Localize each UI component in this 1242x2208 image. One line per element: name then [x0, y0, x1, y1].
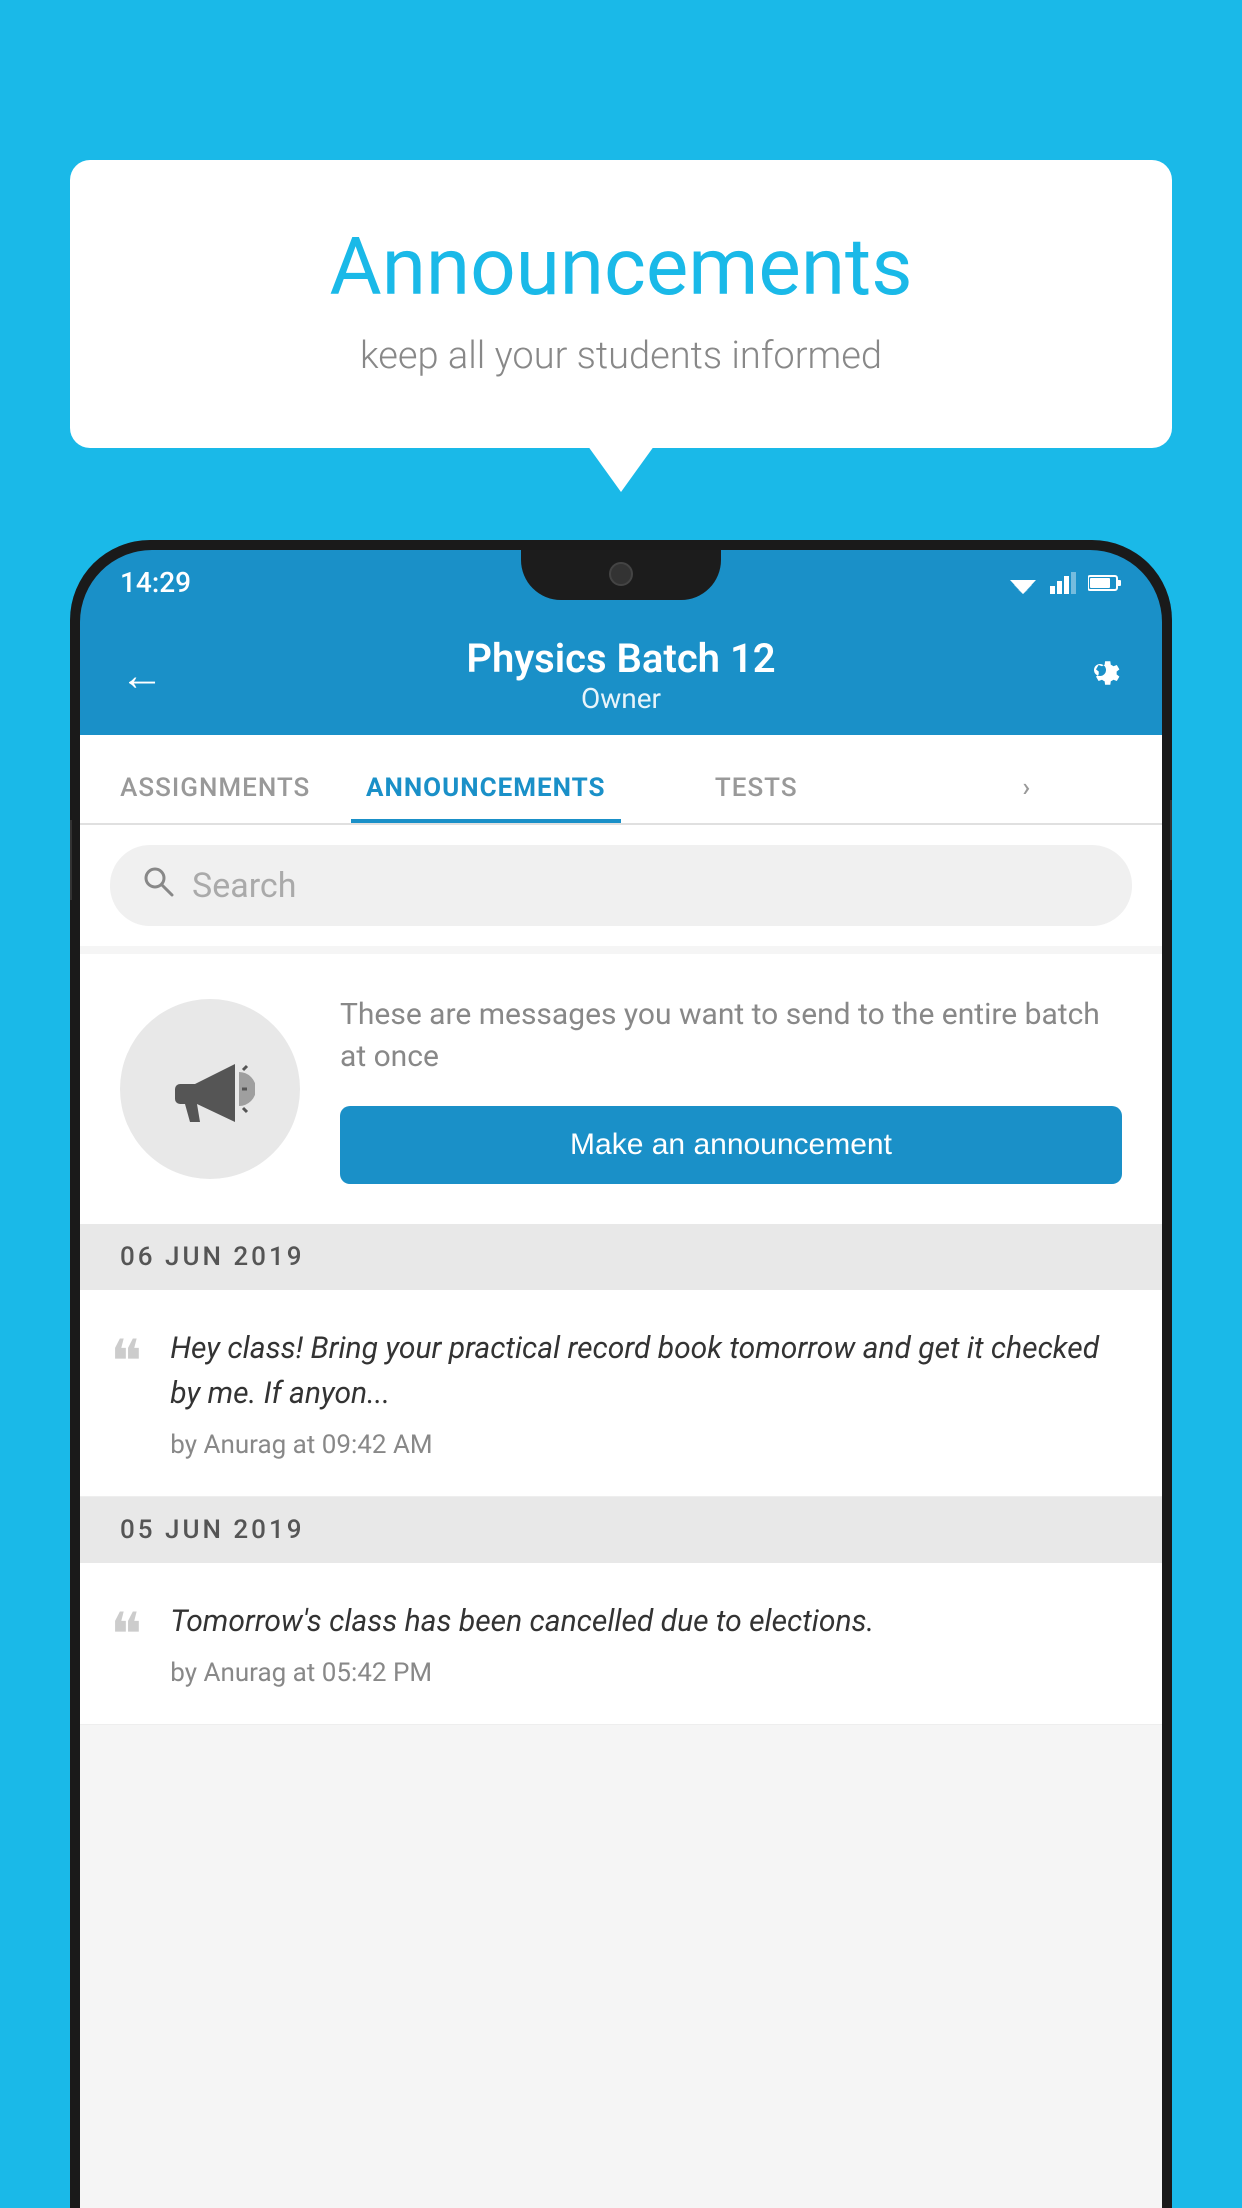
speech-bubble-subtitle: keep all your students informed: [150, 334, 1092, 378]
date-separator-1: 06 JUN 2019: [80, 1224, 1162, 1290]
promo-description: These are messages you want to send to t…: [340, 994, 1122, 1078]
date-separator-2: 05 JUN 2019: [80, 1497, 1162, 1563]
search-placeholder: Search: [192, 866, 296, 906]
tab-assignments[interactable]: ASSIGNMENTS: [80, 773, 351, 823]
app-bar: ← Physics Batch 12 Owner: [80, 615, 1162, 735]
tab-more[interactable]: ›: [892, 773, 1163, 823]
announcement-body-2: Tomorrow's class has been cancelled due …: [170, 1599, 1122, 1688]
promo-right: These are messages you want to send to t…: [340, 994, 1122, 1184]
announcement-item-2[interactable]: ❝ Tomorrow's class has been cancelled du…: [80, 1563, 1162, 1725]
phone-inner: 14:29: [80, 550, 1162, 2208]
megaphone-icon: [165, 1044, 255, 1134]
speech-bubble-container: Announcements keep all your students inf…: [70, 160, 1172, 448]
tab-announcements[interactable]: ANNOUNCEMENTS: [351, 773, 622, 823]
back-button[interactable]: ←: [120, 649, 164, 701]
announcement-text-1: Hey class! Bring your practical record b…: [170, 1326, 1122, 1416]
quote-icon-1: ❝: [110, 1332, 142, 1392]
status-icons: [1008, 572, 1122, 594]
volume-button-left: [70, 820, 72, 900]
notch: [521, 550, 721, 600]
volume-button-right: [1170, 800, 1172, 880]
date-text-1: 06 JUN 2019: [120, 1242, 305, 1272]
announcement-item-1[interactable]: ❝ Hey class! Bring your practical record…: [80, 1290, 1162, 1497]
speech-bubble: Announcements keep all your students inf…: [70, 160, 1172, 448]
date-text-2: 05 JUN 2019: [120, 1515, 305, 1545]
settings-icon[interactable]: [1078, 648, 1122, 703]
battery-icon: [1088, 574, 1122, 592]
announcement-text-2: Tomorrow's class has been cancelled due …: [170, 1599, 1122, 1644]
promo-icon-circle: [120, 999, 300, 1179]
wifi-icon: [1008, 572, 1038, 594]
announcement-body-1: Hey class! Bring your practical record b…: [170, 1326, 1122, 1460]
phone-content: Search These are messages you want to se…: [80, 825, 1162, 2208]
tabs-bar: ASSIGNMENTS ANNOUNCEMENTS TESTS ›: [80, 735, 1162, 825]
batch-title: Physics Batch 12: [466, 635, 775, 682]
status-time: 14:29: [120, 566, 191, 599]
search-bar-container: Search: [80, 825, 1162, 946]
batch-role: Owner: [466, 682, 775, 715]
make-announcement-button[interactable]: Make an announcement: [340, 1106, 1122, 1184]
tab-tests[interactable]: TESTS: [621, 773, 892, 823]
announcement-author-1: by Anurag at 09:42 AM: [170, 1430, 1122, 1460]
speech-bubble-title: Announcements: [150, 220, 1092, 314]
search-icon: [140, 863, 176, 908]
camera-icon: [609, 562, 633, 586]
app-bar-center: Physics Batch 12 Owner: [466, 635, 775, 715]
quote-icon-2: ❝: [110, 1605, 142, 1665]
phone-frame: 14:29: [70, 540, 1172, 2208]
search-bar[interactable]: Search: [110, 845, 1132, 926]
announcement-promo: These are messages you want to send to t…: [80, 954, 1162, 1224]
announcement-author-2: by Anurag at 05:42 PM: [170, 1658, 1122, 1688]
signal-icon: [1050, 572, 1076, 594]
